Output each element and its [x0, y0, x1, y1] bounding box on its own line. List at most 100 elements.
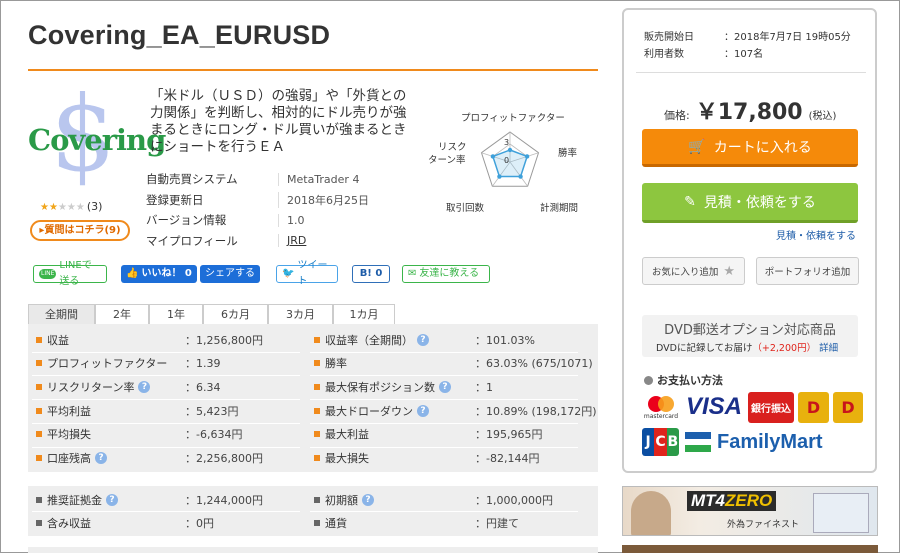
dvd-title: DVD郵送オプション対応商品: [664, 323, 836, 338]
meta-label: マイプロフィール: [146, 233, 238, 248]
bullet-icon: [314, 360, 320, 367]
request-quote-label: 見積・依頼をする: [703, 194, 816, 211]
stat-value: ：円建て: [475, 516, 519, 530]
stat-value: ：1.39: [185, 357, 221, 371]
bullet-icon: [314, 496, 320, 503]
tab-1-month[interactable]: 1カ月: [333, 304, 395, 325]
stat-value: ：6.34: [185, 380, 221, 394]
tweet-button[interactable]: 🐦 ツイート: [276, 260, 338, 287]
tab-all-period[interactable]: 全期間: [28, 304, 95, 325]
stat-label: 勝率: [325, 355, 475, 371]
hatena-bookmark-button[interactable]: B! 0: [352, 265, 390, 283]
stat-row: リスクリターン率? ：6.34: [36, 375, 221, 398]
stat-label-text: 通貨: [325, 516, 347, 530]
stat-label: 通貨: [325, 515, 475, 531]
stat-row: 最大損失 ：-82,144円: [314, 447, 539, 470]
dvd-detail-link[interactable]: 詳細: [819, 343, 838, 354]
meta-label: 自動売買システム: [146, 172, 238, 187]
mt4zero-banner[interactable]: MT4ZERO 外為ファイネスト: [622, 486, 878, 536]
tab-6-months[interactable]: 6カ月: [203, 304, 268, 325]
add-to-cart-button[interactable]: 🛒 カートに入れる: [642, 129, 858, 167]
stat-label-text: 含み収益: [47, 516, 91, 530]
stat-label-text: 最大損失: [325, 452, 369, 465]
bullet-icon: [36, 407, 42, 414]
star-icon: ★: [723, 263, 736, 279]
star-icon: ★: [75, 202, 85, 213]
help-icon[interactable]: ?: [106, 493, 118, 506]
bullet-icon: [36, 431, 42, 438]
daily-store-icon: D: [798, 391, 829, 423]
page-title: Covering_EA_EURUSD: [28, 20, 331, 50]
stat-label: 最大ドローダウン?: [325, 403, 475, 419]
familymart-label: FamilyMart: [717, 430, 823, 453]
stat-label: 収益: [47, 332, 185, 348]
stat-row: 通貨 ：円建て: [314, 511, 519, 534]
question-button[interactable]: ▸質問はコチラ(9): [30, 220, 130, 241]
add-portfolio-button[interactable]: ポートフォリオ追加: [756, 257, 859, 285]
line-icon: LINE: [39, 269, 57, 279]
daily-yamazaki-icon: D: [833, 391, 863, 423]
facebook-like-label: いいね！ 0: [141, 268, 192, 279]
stat-value: ：101.03%: [475, 333, 535, 347]
stat-row: 勝率 ：63.03% (675/1071): [314, 352, 593, 375]
help-icon[interactable]: ?: [95, 452, 107, 464]
dvd-option: DVD郵送オプション対応商品 DVDに記録してお届け（+2,200円） 詳細: [642, 315, 858, 357]
stat-label-text: 収益: [47, 333, 69, 347]
line-share-button[interactable]: LINE LINEで送る: [33, 260, 107, 287]
mastercard-label: mastercard: [643, 412, 679, 420]
row-divider: [32, 422, 300, 424]
facebook-share-label: シェアする: [205, 268, 255, 279]
add-favorite-button[interactable]: お気に入り追加 ★: [642, 257, 745, 285]
radar-point-trades: [497, 174, 502, 179]
stat-value: ：-82,144円: [475, 452, 540, 465]
bank-transfer-logo: 銀行振込: [748, 391, 794, 423]
stat-label-text: 平均損失: [47, 428, 91, 442]
stat-label: 平均利益: [47, 403, 185, 419]
title-underline: [28, 69, 598, 71]
stat-value: ：0円: [185, 516, 214, 530]
stat-value: ：2,256,800円: [185, 452, 263, 465]
radar-center-label: 0: [504, 156, 510, 165]
profile-link[interactable]: JRD: [278, 234, 306, 248]
tab-2-years[interactable]: 2年: [95, 304, 149, 325]
add-favorite-label: お気に入り追加: [651, 267, 719, 278]
payment-methods-row-2: JCB FamilyMart: [642, 428, 823, 456]
tell-friend-button[interactable]: ✉ 友達に教える: [402, 265, 490, 283]
request-quote-link[interactable]: 見積・依頼をする: [776, 227, 856, 242]
payment-title: お支払い方法: [644, 372, 723, 388]
panel-divider: [636, 72, 866, 73]
tab-3-months[interactable]: 3カ月: [268, 304, 333, 325]
rating-stars: ★★★★★ (3): [40, 200, 102, 213]
banner-title-zero: ZERO: [725, 491, 773, 510]
stat-label-text: 最大保有ポジション数: [325, 380, 435, 394]
sale-info: 販売開始日 ：2018年7月7日 19時05分 利用者数 ：107名: [644, 28, 851, 62]
request-quote-button[interactable]: ✎ 見積・依頼をする: [642, 183, 858, 223]
familymart-logo: FamilyMart: [685, 431, 823, 454]
radar-label-pf: プロフィットファクター: [461, 113, 565, 124]
help-icon[interactable]: ?: [362, 493, 374, 506]
help-icon[interactable]: ?: [138, 380, 151, 393]
twitter-bird-icon: 🐦: [282, 268, 295, 279]
radar-point-risk: [490, 154, 496, 159]
row-divider: [32, 351, 300, 353]
facebook-like-button[interactable]: 👍 いいね！ 0: [121, 265, 197, 283]
banner-subtitle: 外為ファイネスト: [727, 520, 800, 530]
bullet-icon: [314, 383, 320, 390]
radar-scale-label: 3: [504, 138, 510, 147]
facebook-share-button[interactable]: シェアする: [200, 265, 260, 283]
bullet-icon: [314, 519, 320, 526]
add-portfolio-label: ポートフォリオ追加: [764, 267, 851, 278]
bullet-icon: [36, 496, 42, 503]
help-icon[interactable]: ?: [439, 380, 451, 393]
stat-label: 最大損失: [325, 450, 475, 466]
tab-1-year[interactable]: 1年: [149, 304, 203, 325]
add-to-cart-label: カートに入れる: [713, 139, 812, 156]
stat-value: ：63.03% (675/1071): [475, 357, 593, 371]
tweet-label: ツイート: [297, 260, 328, 287]
stat-label-text: プロフィットファクター: [47, 357, 168, 371]
help-icon[interactable]: ?: [417, 404, 429, 417]
stat-label: 推奨証拠金?: [47, 492, 185, 508]
help-icon[interactable]: ?: [417, 333, 429, 346]
review-count[interactable]: (3): [87, 200, 103, 213]
logo-wordmark: Covering: [28, 123, 166, 157]
